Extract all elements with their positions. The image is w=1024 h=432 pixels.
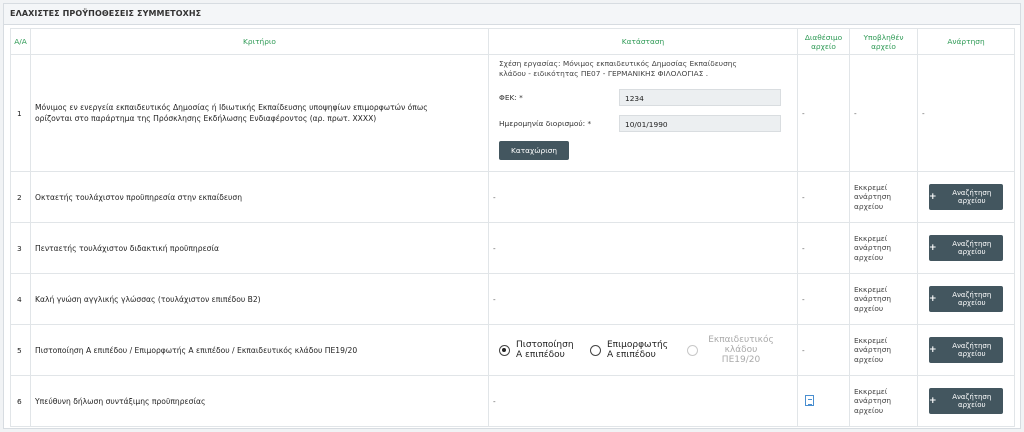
upload-cell: + Αναζήτηση αρχείου [917,375,1015,427]
search-file-label: Αναζήτηση αρχείου [952,240,992,256]
appointment-date-row: Ημερομηνία διορισμού: * 10/01/1990 [499,115,787,132]
col-upload: Ανάρτηση [917,28,1015,55]
search-file-label: Αναζήτηση αρχείου [952,393,992,409]
col-submitted: Υποβληθέν αρχείο [849,28,918,55]
available-file: - [797,324,850,376]
search-file-button[interactable]: + Αναζήτηση αρχείου [929,388,1003,414]
save-button[interactable]: Καταχώριση [499,141,570,160]
employment-relation: Σχέση εργασίας: Μόνιμος εκπαιδευτικός Δη… [499,59,737,78]
row-number: 1 [10,54,31,172]
row-number: 6 [10,375,31,427]
status-cell: - [488,273,798,325]
radio-trainer-a[interactable]: Επιμορφωτής Α επιπέδου [590,340,673,360]
row-number: 4 [10,273,31,325]
criterion-text: Πιστοποίηση Α επιπέδου / Επιμορφωτής Α ε… [30,324,489,376]
criterion-text: Μόνιμος εν ενεργεία εκπαιδευτικός Δημοσί… [30,54,489,172]
status-cell: - [488,375,798,427]
plus-icon: + [929,345,937,355]
row-number: 5 [10,324,31,376]
submitted-file: Εκκρεμεί ανάρτηση αρχείου [849,273,918,325]
radio-selected-icon [499,344,510,356]
search-file-label: Αναζήτηση αρχείου [952,189,992,205]
status-radio-cell: Πιστοποίηση Α επιπέδου Επιμορφωτής Α επι… [488,324,798,376]
criterion-text: Οκταετής τουλάχιστον προϋπηρεσία στην εκ… [30,171,489,223]
search-file-label: Αναζήτηση αρχείου [952,291,992,307]
submitted-file: Εκκρεμεί ανάρτηση αρχείου [849,222,918,274]
search-file-button[interactable]: + Αναζήτηση αρχείου [929,337,1003,363]
requirements-panel: ΕΛΑΧΙΣΤΕΣ ΠΡΟΫΠΟΘΕΣΕΙΣ ΣΥΜΜΕΤΟΧΗΣ Α/Α Κρ… [3,3,1021,429]
pdf-file-icon[interactable] [805,394,814,406]
available-file: - [797,273,850,325]
plus-icon: + [929,396,937,406]
status-cell: - [488,171,798,223]
available-file [797,375,850,427]
radio-empty-icon [590,344,601,356]
fek-row: ΦΕΚ: * 1234 [499,89,787,106]
table-row: 6 Υπεύθυνη δήλωση συντάξιμης προϋπηρεσία… [10,375,1015,427]
table-row: 4 Καλή γνώση αγγλικής γλώσσας (τουλάχιστ… [10,273,1015,325]
appointment-date-input[interactable]: 10/01/1990 [619,115,781,132]
upload-cell: + Αναζήτηση αρχείου [917,324,1015,376]
radio-label: Εκπαιδευτικός κλάδου ΠΕ19/20 [708,335,774,365]
criterion-text: Πενταετής τουλάχιστον διδακτική προϋπηρε… [30,222,489,274]
table-row: 3 Πενταετής τουλάχιστον διδακτική προϋπη… [10,222,1015,274]
submitted-file: - [849,54,918,172]
plus-icon: + [929,192,937,202]
row-number: 3 [10,222,31,274]
criterion-text: Καλή γνώση αγγλικής γλώσσας (τουλάχιστον… [30,273,489,325]
panel-title: ΕΛΑΧΙΣΤΕΣ ΠΡΟΫΠΟΘΕΣΕΙΣ ΣΥΜΜΕΤΟΧΗΣ [4,4,1020,25]
radio-teacher-pe19-20: Εκπαιδευτικός κλάδου ΠΕ19/20 [687,335,778,365]
row-number: 2 [10,171,31,223]
radio-label: Πιστοποίηση Α επιπέδου [516,340,574,360]
status-form-cell: Σχέση εργασίας: Μόνιμος εκπαιδευτικός Δη… [488,54,798,172]
plus-icon: + [929,294,937,304]
upload-cell: + Αναζήτηση αρχείου [917,273,1015,325]
plus-icon: + [929,243,937,253]
search-file-button[interactable]: + Αναζήτηση αρχείου [929,235,1003,261]
fek-label: ΦΕΚ: * [499,93,523,102]
available-file: - [797,54,850,172]
radio-label: Επιμορφωτής Α επιπέδου [607,340,668,360]
available-file: - [797,171,850,223]
status-cell: - [488,222,798,274]
search-file-button[interactable]: + Αναζήτηση αρχείου [929,286,1003,312]
available-file: - [797,222,850,274]
table-row: 2 Οκταετής τουλάχιστον προϋπηρεσία στην … [10,171,1015,223]
col-status: Κατάσταση [488,28,798,55]
col-available: Διαθέσιμο αρχείο [797,28,850,55]
col-aa: Α/Α [10,28,31,55]
submitted-file: Εκκρεμεί ανάρτηση αρχείου [849,324,918,376]
search-file-label: Αναζήτηση αρχείου [952,342,992,358]
table-row: 5 Πιστοποίηση Α επιπέδου / Επιμορφωτής Α… [10,324,1015,376]
submitted-file: Εκκρεμεί ανάρτηση αρχείου [849,171,918,223]
table-row: 1 Μόνιμος εν ενεργεία εκπαιδευτικός Δημο… [10,54,1015,172]
upload-cell: + Αναζήτηση αρχείου [917,171,1015,223]
col-criterion: Κριτήριο [30,28,489,55]
certification-radio-group: Πιστοποίηση Α επιπέδου Επιμορφωτής Α επι… [493,335,793,365]
radio-certification-a[interactable]: Πιστοποίηση Α επιπέδου [499,340,576,360]
appointment-date-label: Ημερομηνία διορισμού: * [499,119,592,128]
submitted-file: Εκκρεμεί ανάρτηση αρχείου [849,375,918,427]
upload-cell: + Αναζήτηση αρχείου [917,222,1015,274]
requirements-table: Α/Α Κριτήριο Κατάσταση Διαθέσιμο αρχείο … [10,28,1015,427]
search-file-button[interactable]: + Αναζήτηση αρχείου [929,184,1003,210]
fek-input[interactable]: 1234 [619,89,781,106]
radio-disabled-icon [687,344,698,356]
table-header-row: Α/Α Κριτήριο Κατάσταση Διαθέσιμο αρχείο … [10,28,1015,55]
criterion-text: Υπεύθυνη δήλωση συντάξιμης προϋπηρεσίας [30,375,489,427]
upload-cell: - [917,54,1015,172]
